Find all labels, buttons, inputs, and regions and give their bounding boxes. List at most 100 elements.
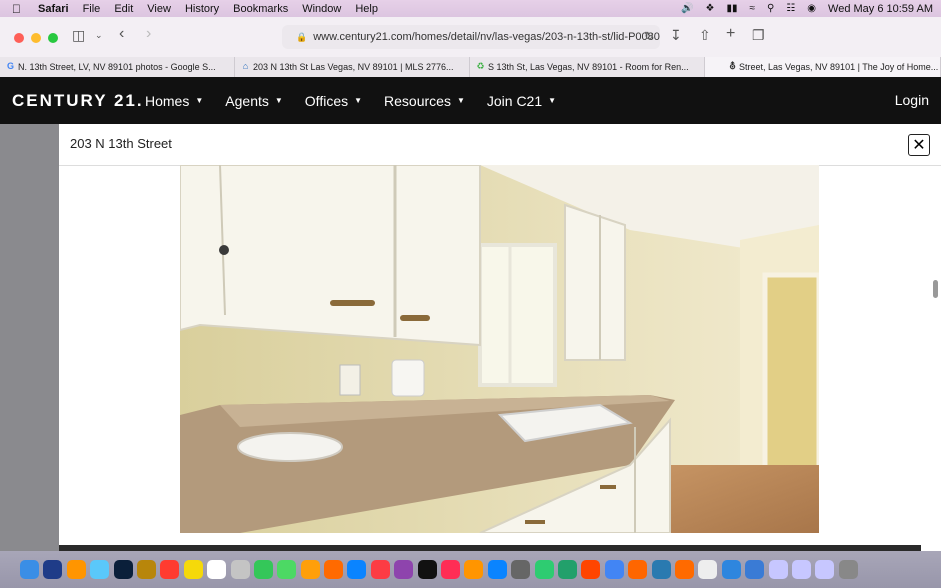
nav-label: Offices bbox=[304, 92, 349, 109]
login-link[interactable]: Login bbox=[895, 92, 929, 108]
chevron-down-icon[interactable]: ⌄ bbox=[95, 30, 103, 41]
mac-menu-bar:  Safari File Edit View History Bookmark… bbox=[0, 0, 941, 17]
dock-app-icon[interactable] bbox=[324, 560, 344, 579]
dock-app-icon[interactable] bbox=[300, 560, 320, 579]
dock-app-icon[interactable] bbox=[43, 560, 63, 579]
menu-edit[interactable]: Edit bbox=[114, 3, 133, 15]
tab-bar: G N. 13th Street, LV, NV 89101 photos - … bbox=[0, 57, 941, 78]
lock-icon: 🔒 bbox=[296, 31, 308, 42]
back-button-icon[interactable]: ‹ bbox=[119, 25, 124, 43]
dock-app-icon[interactable] bbox=[464, 560, 484, 579]
caret-down-icon: ▼ bbox=[456, 96, 465, 105]
nav-label: Homes bbox=[145, 92, 190, 109]
caret-down-icon: ▼ bbox=[274, 96, 283, 105]
caret-down-icon: ▼ bbox=[548, 96, 557, 105]
nav-agents[interactable]: Agents ▼ bbox=[225, 93, 283, 109]
share-icon[interactable]: ⇧ bbox=[699, 27, 711, 44]
sidebar-toggle-icon[interactable]: ◫ bbox=[72, 27, 85, 44]
photo-modal: 203 N 13th Street ✕ bbox=[59, 124, 941, 551]
dock-app-icon[interactable] bbox=[534, 560, 554, 579]
dock-app-icon[interactable] bbox=[253, 560, 273, 579]
site-header: CENTURY 21. Homes ▼ Agents ▼ Offices ▼ Reso… bbox=[0, 77, 941, 124]
tab-google-photos[interactable]: G N. 13th Street, LV, NV 89101 photos - … bbox=[0, 57, 235, 77]
dock-app-icon[interactable] bbox=[791, 560, 811, 579]
dock-app-icon[interactable] bbox=[604, 560, 624, 579]
dock-app-icon[interactable] bbox=[721, 560, 741, 579]
dock-app-icon[interactable] bbox=[674, 560, 694, 579]
modal-header: 203 N 13th Street ✕ bbox=[59, 124, 941, 166]
menubar-clock[interactable]: Wed May 6 10:59 AM bbox=[828, 3, 933, 15]
zoom-window-button[interactable] bbox=[48, 33, 58, 43]
dock-app-icon[interactable] bbox=[745, 560, 765, 579]
close-modal-button[interactable]: ✕ bbox=[908, 134, 930, 156]
dock-app-icon[interactable] bbox=[370, 560, 390, 579]
century21-logo[interactable]: CENTURY 21. bbox=[12, 91, 144, 111]
menu-help[interactable]: Help bbox=[355, 3, 378, 15]
dock-app-icon[interactable] bbox=[557, 560, 577, 579]
address-bar[interactable]: 🔒 www.century21.com/homes/detail/nv/las-… bbox=[282, 25, 660, 49]
nav-label: Resources bbox=[384, 92, 451, 109]
forward-button-icon[interactable]: › bbox=[146, 25, 151, 43]
dock-app-icon[interactable] bbox=[651, 560, 671, 579]
dock-app-icon[interactable] bbox=[581, 560, 601, 579]
downloads-icon[interactable]: ↧ bbox=[670, 27, 682, 44]
dock-app-icon[interactable] bbox=[628, 560, 648, 579]
tab-joy-of-home[interactable]: ⛢ Street, Las Vegas, NV 89101 | The Joy … bbox=[705, 57, 941, 77]
dock-app-icon[interactable] bbox=[160, 560, 180, 579]
tab-mls[interactable]: ⌂ 203 N 13th St Las Vegas, NV 89101 | ML… bbox=[235, 57, 470, 77]
menu-file[interactable]: File bbox=[83, 3, 101, 15]
app-menu[interactable]: Safari bbox=[38, 3, 69, 15]
g-icon: ⛢ bbox=[729, 61, 736, 71]
menu-view[interactable]: View bbox=[147, 3, 171, 15]
dock-app-icon[interactable] bbox=[815, 560, 835, 579]
main-nav: Homes ▼ Agents ▼ Offices ▼ Resources ▼ Join … bbox=[145, 77, 578, 124]
new-tab-icon[interactable]: + bbox=[726, 25, 735, 43]
recycle-icon: ♻ bbox=[476, 61, 485, 71]
caret-down-icon: ▼ bbox=[195, 96, 204, 105]
dock-app-icon[interactable] bbox=[230, 560, 250, 579]
dock-app-icon[interactable] bbox=[113, 560, 133, 579]
page-scrollbar[interactable] bbox=[933, 280, 938, 298]
dock-app-icon[interactable] bbox=[394, 560, 414, 579]
dock-app-icon[interactable] bbox=[277, 560, 297, 579]
dock-app-icon[interactable] bbox=[183, 560, 203, 579]
volume-icon[interactable]: 🔊 bbox=[681, 3, 693, 14]
bluetooth-icon[interactable]: ❖ bbox=[706, 3, 715, 14]
menu-bookmarks[interactable]: Bookmarks bbox=[233, 3, 288, 15]
spotlight-search-icon[interactable]: ⚲ bbox=[767, 3, 774, 14]
nav-resources[interactable]: Resources ▼ bbox=[384, 93, 465, 109]
dock-app-icon[interactable] bbox=[768, 560, 788, 579]
nav-offices[interactable]: Offices ▼ bbox=[305, 93, 362, 109]
battery-icon[interactable]: ▮▮ bbox=[726, 3, 737, 14]
dock-app-icon[interactable] bbox=[136, 560, 156, 579]
reload-icon[interactable]: ↻ bbox=[644, 29, 654, 43]
nav-homes[interactable]: Homes ▼ bbox=[145, 93, 203, 109]
tab-room-for-rent[interactable]: ♻ S 13th St, Las Vegas, NV 89101 - Room … bbox=[470, 57, 705, 77]
close-window-button[interactable] bbox=[14, 33, 24, 43]
dock-app-icon[interactable] bbox=[20, 560, 39, 579]
dock-app-icon[interactable] bbox=[838, 560, 858, 579]
dock-app-icon[interactable] bbox=[487, 560, 507, 579]
dock-app-icon[interactable] bbox=[90, 560, 110, 579]
dock-app-icon[interactable] bbox=[417, 560, 437, 579]
apple-menu-icon[interactable]:  bbox=[12, 2, 26, 16]
dock-app-icon[interactable] bbox=[441, 560, 461, 579]
control-center-icon[interactable]: ☷ bbox=[786, 3, 795, 14]
dock-app-icon[interactable] bbox=[698, 560, 718, 579]
url-text: www.century21.com/homes/detail/nv/las-ve… bbox=[313, 31, 660, 43]
nav-label: Join C21 bbox=[486, 92, 543, 109]
dock-app-icon[interactable] bbox=[511, 560, 531, 579]
menu-history[interactable]: History bbox=[185, 3, 219, 15]
minimize-window-button[interactable] bbox=[31, 33, 41, 43]
dock-app-icon[interactable] bbox=[207, 560, 227, 579]
siri-icon[interactable]: ◉ bbox=[807, 3, 816, 14]
tab-label: Street, Las Vegas, NV 89101 | The Joy of… bbox=[739, 62, 939, 72]
dock-app-icon[interactable] bbox=[347, 560, 367, 579]
mac-dock bbox=[0, 551, 941, 588]
kitchen-photo[interactable] bbox=[180, 165, 819, 533]
tab-overview-icon[interactable]: ❐ bbox=[752, 27, 765, 44]
wifi-icon[interactable]: ≈ bbox=[750, 3, 756, 14]
dock-app-icon[interactable] bbox=[66, 560, 86, 579]
nav-join-c21[interactable]: Join C21 ▼ bbox=[487, 93, 556, 109]
menu-window[interactable]: Window bbox=[302, 3, 341, 15]
